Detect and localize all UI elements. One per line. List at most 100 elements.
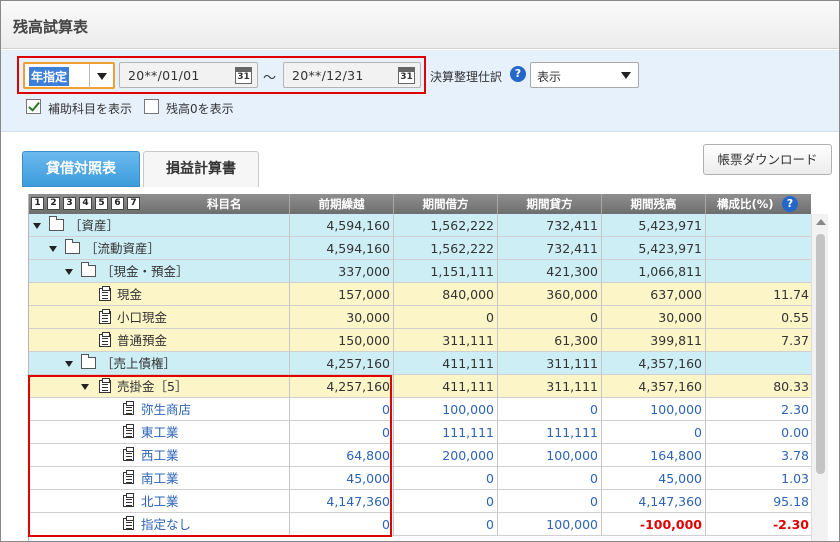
calendar-icon[interactable]: 31 bbox=[235, 67, 252, 84]
account-name: 普通預金 bbox=[117, 333, 168, 348]
credit-cell: 0 bbox=[498, 490, 602, 513]
report-download-button[interactable]: 帳票ダウンロード bbox=[703, 144, 832, 175]
prev-cell: 150,000 bbox=[290, 329, 394, 352]
period-type-select[interactable]: 年指定 bbox=[23, 62, 115, 89]
level-3-button[interactable]: 3 bbox=[63, 197, 76, 210]
expand-toggle-icon[interactable] bbox=[49, 246, 57, 252]
table-row[interactable]: 現金 157,000 840,000 360,000 637,000 11.74 bbox=[29, 283, 811, 306]
expand-toggle-icon[interactable] bbox=[65, 269, 73, 275]
date-from-field[interactable]: 20**/01/01 31 bbox=[119, 62, 258, 88]
level-6-button[interactable]: 6 bbox=[111, 197, 124, 210]
page-title: 残高試算表 bbox=[13, 18, 89, 36]
ratio-cell: 2.30 bbox=[781, 402, 809, 417]
table-row[interactable]: ［売上債権］ 4,257,160 411,111 311,111 4,357,160 bbox=[29, 352, 811, 375]
credit-cell: 311,111 bbox=[498, 352, 602, 375]
debit-cell: 1,562,222 bbox=[394, 237, 498, 260]
ratio-cell: 0.00 bbox=[781, 425, 809, 440]
header-account-label: 科目名 bbox=[207, 197, 242, 211]
account-name-cell: 現金 bbox=[29, 283, 290, 306]
adjustment-select[interactable]: 表示 bbox=[530, 62, 639, 88]
credit-cell: 360,000 bbox=[498, 283, 602, 306]
expand-toggle-icon[interactable] bbox=[33, 223, 41, 229]
balance-cell: 399,811 bbox=[602, 329, 706, 352]
balance-cell: 0 bbox=[602, 421, 706, 444]
account-name: ［資産］ bbox=[69, 218, 120, 233]
credit-cell: 61,300 bbox=[498, 329, 602, 352]
level-4-button[interactable]: 4 bbox=[79, 197, 92, 210]
credit-cell: 311,111 bbox=[498, 375, 602, 398]
table-row[interactable]: ［現金・預金］ 337,000 1,151,111 421,300 1,066,811 bbox=[29, 260, 811, 283]
show-sub-accounts-checkbox[interactable] bbox=[26, 99, 41, 114]
prev-cell: 4,594,160 bbox=[290, 214, 394, 237]
ratio-cell bbox=[706, 237, 811, 260]
prev-cell: 30,000 bbox=[290, 306, 394, 329]
prev-cell: 337,000 bbox=[290, 260, 394, 283]
prev-cell: 4,594,160 bbox=[290, 237, 394, 260]
debit-cell: 411,111 bbox=[394, 375, 498, 398]
prev-cell: 4,257,160 bbox=[290, 352, 394, 375]
debit-cell: 100,000 bbox=[394, 398, 498, 421]
account-name: ［売上債権］ bbox=[101, 356, 177, 371]
ratio-cell: -2.30 bbox=[772, 517, 809, 532]
credit-cell: 0 bbox=[498, 398, 602, 421]
header-ratio: 構成比(%) ? bbox=[706, 194, 811, 214]
tab-balance-sheet[interactable]: 貸借対照表 bbox=[22, 151, 140, 187]
debit-cell: 0 bbox=[394, 490, 498, 513]
table-row[interactable]: 普通預金 150,000 311,111 61,300 399,811 7.37 bbox=[29, 329, 811, 352]
balance-cell: 45,000 bbox=[602, 467, 706, 490]
balance-cell: 4,357,160 bbox=[602, 352, 706, 375]
adjustment-value: 表示 bbox=[537, 70, 562, 84]
ledger-icon bbox=[99, 332, 111, 347]
header-balance: 期間残高 bbox=[602, 194, 706, 214]
ratio-cell: 95.18 bbox=[773, 494, 809, 509]
folder-icon bbox=[81, 354, 96, 369]
debit-cell: 0 bbox=[394, 306, 498, 329]
ratio-cell: 11.74 bbox=[773, 287, 809, 302]
show-zero-balance-label: 残高0を表示 bbox=[166, 102, 234, 116]
credit-cell: 732,411 bbox=[498, 214, 602, 237]
debit-cell: 111,111 bbox=[394, 421, 498, 444]
account-name-cell: 小口現金 bbox=[29, 306, 290, 329]
debit-cell: 311,111 bbox=[394, 329, 498, 352]
ratio-cell bbox=[706, 260, 811, 283]
account-name-cell: 普通預金 bbox=[29, 329, 290, 352]
credit-cell: 732,411 bbox=[498, 237, 602, 260]
balance-cell: 637,000 bbox=[602, 283, 706, 306]
adjustment-label: 決算整理仕訳 bbox=[430, 70, 503, 84]
table-row[interactable]: 小口現金 30,000 0 0 30,000 0.55 bbox=[29, 306, 811, 329]
header-ratio-label: 構成比(%) bbox=[717, 197, 774, 211]
level-2-button[interactable]: 2 bbox=[47, 197, 60, 210]
ratio-cell bbox=[706, 352, 811, 375]
account-name-cell: ［資産］ bbox=[29, 214, 290, 237]
help-icon[interactable]: ? bbox=[782, 196, 798, 212]
level-7-button[interactable]: 7 bbox=[127, 197, 140, 210]
level-5-button[interactable]: 5 bbox=[95, 197, 108, 210]
balance-cell: 164,800 bbox=[602, 444, 706, 467]
account-name: 小口現金 bbox=[117, 310, 168, 325]
header-prev: 前期繰越 bbox=[290, 194, 394, 214]
table-row[interactable]: ［資産］ 4,594,160 1,562,222 732,411 5,423,971 bbox=[29, 214, 811, 237]
debit-cell: 0 bbox=[394, 513, 498, 536]
credit-cell: 0 bbox=[498, 306, 602, 329]
level-1-button[interactable]: 1 bbox=[31, 197, 44, 210]
show-zero-balance-checkbox[interactable] bbox=[144, 99, 159, 114]
date-to-field[interactable]: 20**/12/31 31 bbox=[283, 62, 421, 88]
folder-icon bbox=[81, 262, 96, 277]
table-row[interactable]: ［流動資産］ 4,594,160 1,562,222 732,411 5,423,971 bbox=[29, 237, 811, 260]
tab-income-statement[interactable]: 損益計算書 bbox=[143, 151, 259, 187]
help-icon[interactable]: ? bbox=[510, 66, 526, 82]
chevron-down-icon[interactable] bbox=[89, 64, 113, 88]
vertical-scrollbar[interactable] bbox=[811, 214, 828, 541]
calendar-icon[interactable]: 31 bbox=[398, 67, 415, 84]
scroll-up-icon[interactable] bbox=[816, 219, 826, 225]
debit-cell: 1,151,111 bbox=[394, 260, 498, 283]
debit-cell: 840,000 bbox=[394, 283, 498, 306]
debit-cell: 200,000 bbox=[394, 444, 498, 467]
ledger-icon bbox=[99, 309, 111, 324]
account-name-cell: ［現金・預金］ bbox=[29, 260, 290, 283]
scroll-thumb[interactable] bbox=[816, 234, 825, 474]
ledger-icon bbox=[99, 286, 111, 301]
chevron-down-icon[interactable] bbox=[614, 63, 638, 87]
date-from-value: 20**/01/01 bbox=[128, 68, 200, 83]
expand-toggle-icon[interactable] bbox=[65, 361, 73, 367]
